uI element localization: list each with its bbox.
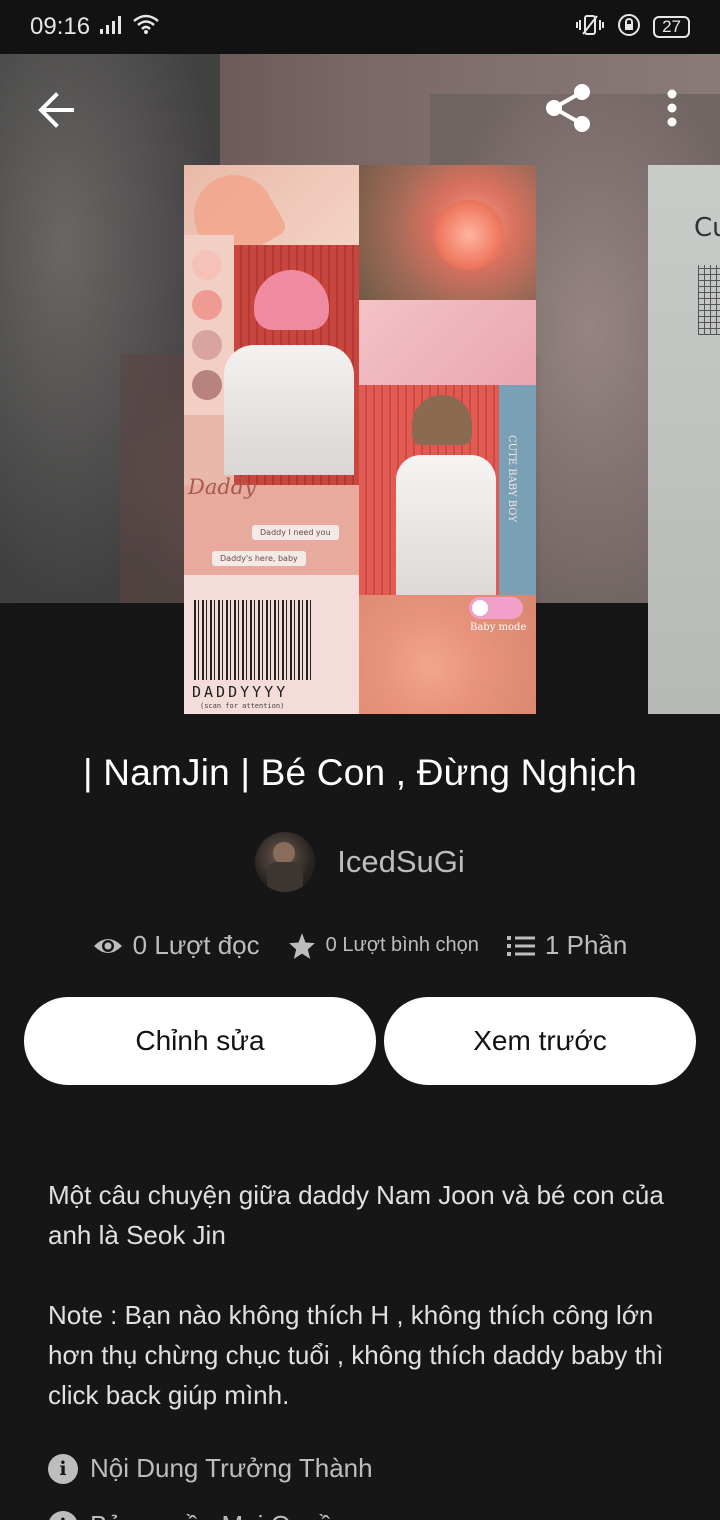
more-vertical-icon <box>667 89 677 127</box>
rotation-lock-icon <box>617 13 641 42</box>
top-toolbar <box>0 54 720 164</box>
description-paragraph-1: Một câu chuyện giữa daddy Nam Joon và bé… <box>48 1180 672 1250</box>
swatch-3 <box>192 330 222 360</box>
copyright-tag: i Bản quyền Mọi Quyền <box>48 1510 347 1520</box>
share-button[interactable] <box>540 80 596 136</box>
cover-note-1: Daddy I need you <box>252 525 339 540</box>
story-description: Một câu chuyện giữa daddy Nam Joon và bé… <box>48 1175 672 1455</box>
info-icon: i <box>48 1510 78 1520</box>
star-icon <box>288 932 315 959</box>
cover-barcode-text: DADDYYYY <box>192 683 289 701</box>
story-title: | NamJin | Bé Con , Đừng Nghịch <box>82 752 638 793</box>
cover-daddy-text: Daddy <box>188 475 257 499</box>
status-left: 09:16 <box>30 13 160 41</box>
cover-barcode-sub: (scan for attention) <box>200 702 285 710</box>
info-icon: i <box>48 1453 78 1484</box>
signal-icon <box>100 13 122 41</box>
edit-button[interactable]: Chỉnh sửa <box>24 997 376 1085</box>
preview-button[interactable]: Xem trước <box>384 997 696 1085</box>
clock: 09:16 <box>30 13 91 40</box>
status-right: 27 <box>575 13 690 42</box>
status-bar: 09:16 27 <box>0 0 720 54</box>
mature-content-label: Nội Dung Trưởng Thành <box>90 1453 373 1483</box>
reads-count: 0 Lượt đọc <box>132 930 260 960</box>
parts-count: 1 Phần <box>544 930 628 960</box>
swatch-4 <box>192 370 222 400</box>
swatch-1 <box>192 250 222 280</box>
copyright-label: Bản quyền Mọi Quyền <box>90 1510 347 1520</box>
cover-person-2-body <box>396 455 496 595</box>
arrow-left-icon <box>38 92 74 128</box>
cover-blue-strip <box>499 385 536 595</box>
reads-stat: 0 Lượt đọc <box>93 930 260 961</box>
swatch-2 <box>192 290 222 320</box>
cover-rose <box>434 200 504 270</box>
back-button[interactable] <box>28 82 84 138</box>
avatar[interactable] <box>255 832 316 892</box>
next-cover-text: Cu <box>694 213 720 243</box>
next-cover-grid <box>698 265 720 335</box>
votes-stat: 0 Lượt bình chọn <box>288 932 479 960</box>
mature-content-tag: i Nội Dung Trưởng Thành <box>48 1453 373 1484</box>
eye-icon <box>93 938 122 953</box>
share-icon <box>546 84 590 132</box>
author-row[interactable]: IcedSuGi <box>0 832 720 892</box>
cover-baby-mode: Baby mode <box>470 622 527 633</box>
parts-stat: 1 Phần <box>506 930 628 961</box>
cover-toggle-knob <box>472 600 488 616</box>
description-paragraph-2: Note : Bạn nào không thích H , không thí… <box>48 1300 671 1410</box>
cover-texture <box>359 300 536 385</box>
author-name[interactable]: IcedSuGi <box>337 844 465 880</box>
cover-barcode <box>194 600 314 680</box>
cover-side-text: CUTE BABY BOY <box>506 435 517 523</box>
list-icon <box>506 935 535 956</box>
votes-count: 0 Lượt bình chọn <box>325 934 479 956</box>
more-options-button[interactable] <box>650 80 694 136</box>
battery-indicator: 27 <box>653 16 690 38</box>
vibrate-icon <box>575 14 605 41</box>
story-cover[interactable]: CUTE BABY BOY Daddy Daddy I need you Dad… <box>184 165 536 714</box>
cover-note-2: Daddy's here, baby <box>212 551 306 566</box>
cover-person-1-body <box>224 345 354 475</box>
next-story-cover[interactable]: Cu <box>648 165 720 714</box>
wifi-icon <box>132 13 160 41</box>
story-stats: 0 Lượt đọc 0 Lượt bình chọn 1 Phần <box>0 930 720 961</box>
